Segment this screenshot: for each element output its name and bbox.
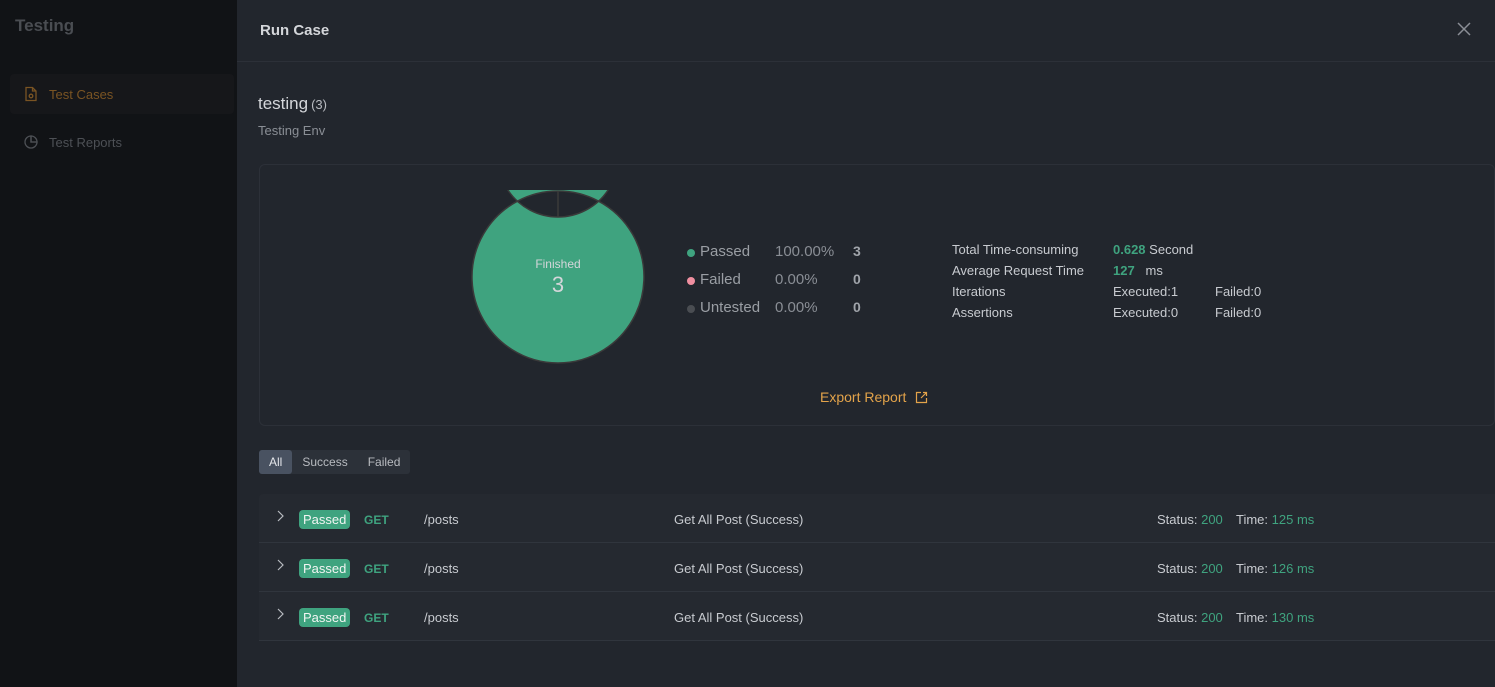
result-row[interactable]: Passed GET /posts Get All Post (Success)… bbox=[259, 543, 1495, 592]
stat-executed: Executed:1 bbox=[1113, 284, 1179, 299]
stat-assertions: Assertions Executed:0 Failed:0 bbox=[952, 302, 1261, 323]
stat-executed: Executed:0 bbox=[1113, 305, 1179, 320]
case-name: Get All Post (Success) bbox=[674, 561, 804, 576]
sidebar: Testing Test Cases Test Reports bbox=[0, 0, 237, 687]
result-filter: All Success Failed bbox=[259, 450, 411, 474]
legend-item-failed: Failed 0.00% 0 bbox=[687, 265, 861, 293]
close-button[interactable] bbox=[1455, 20, 1473, 38]
request-path: /posts bbox=[424, 561, 459, 576]
legend-dot-untested bbox=[687, 305, 695, 313]
stat-failed: Failed:0 bbox=[1215, 284, 1262, 299]
result-row[interactable]: Passed GET /posts Get All Post (Success)… bbox=[259, 592, 1495, 641]
status-badge: Passed bbox=[299, 559, 351, 578]
legend-percent: 0.00% bbox=[775, 270, 818, 288]
stat-label: Total Time-consuming bbox=[952, 242, 1079, 257]
run-name-text: testing bbox=[258, 94, 309, 113]
http-method: GET bbox=[364, 611, 389, 625]
run-name: testing (3) bbox=[258, 94, 327, 114]
sidebar-item-label: Test Reports bbox=[49, 134, 122, 150]
legend-count: 0 bbox=[853, 271, 861, 287]
app-title: Testing bbox=[15, 16, 75, 35]
donut-center-value: 3 bbox=[551, 271, 565, 297]
result-row[interactable]: Passed GET /posts Get All Post (Success)… bbox=[259, 494, 1495, 543]
stat-iterations: Iterations Executed:1 Failed:0 bbox=[952, 281, 1261, 302]
donut-center: Finished 3 bbox=[471, 190, 645, 364]
filter-success[interactable]: Success bbox=[292, 450, 357, 474]
legend-dot-passed bbox=[687, 249, 695, 257]
sidebar-item-label: Test Cases bbox=[49, 86, 114, 102]
http-method: GET bbox=[364, 562, 389, 576]
sidebar-item-test-cases[interactable]: Test Cases bbox=[10, 74, 234, 114]
response-status: Status: 200 bbox=[1157, 561, 1223, 576]
time-value: 125 ms bbox=[1271, 512, 1315, 527]
status-badge: Passed bbox=[299, 510, 351, 529]
close-icon bbox=[1457, 22, 1471, 36]
case-name: Get All Post (Success) bbox=[674, 512, 804, 527]
legend-name: Passed bbox=[700, 242, 751, 260]
stat-value: 0.628 bbox=[1113, 242, 1146, 257]
stat-failed: Failed:0 bbox=[1215, 305, 1262, 320]
pie-chart-icon bbox=[23, 134, 39, 150]
legend-name: Untested bbox=[700, 298, 761, 316]
time-label: Time: bbox=[1236, 561, 1269, 576]
status-label: Status: bbox=[1157, 561, 1198, 576]
legend-dot-failed bbox=[687, 277, 695, 285]
stat-label: Iterations bbox=[952, 284, 1006, 299]
response-status: Status: 200 bbox=[1157, 512, 1223, 527]
filter-failed[interactable]: Failed bbox=[358, 450, 411, 474]
stat-unit: ms bbox=[1145, 263, 1163, 278]
http-method: GET bbox=[364, 513, 389, 527]
status-label: Status: bbox=[1157, 512, 1198, 527]
status-value: 200 bbox=[1201, 561, 1223, 576]
legend-name: Failed bbox=[700, 270, 741, 288]
status-value: 200 bbox=[1201, 610, 1223, 625]
filter-all[interactable]: All bbox=[259, 450, 293, 474]
stat-value: 127 bbox=[1113, 263, 1135, 278]
status-value: 200 bbox=[1201, 512, 1223, 527]
legend-percent: 0.00% bbox=[775, 298, 818, 316]
stat-avg-request-time: Average Request Time 127 ms bbox=[952, 260, 1261, 281]
environment-name: Testing Env bbox=[258, 123, 326, 138]
case-name: Get All Post (Success) bbox=[674, 610, 804, 625]
file-icon bbox=[23, 86, 39, 102]
legend-item-passed: Passed 100.00% 3 bbox=[687, 237, 861, 265]
stat-label: Assertions bbox=[952, 305, 1013, 320]
status-badge: Passed bbox=[299, 608, 351, 627]
legend-percent: 100.00% bbox=[775, 242, 835, 260]
time-value: 126 ms bbox=[1271, 561, 1315, 576]
response-time: Time: 130 ms bbox=[1236, 610, 1314, 625]
time-value: 130 ms bbox=[1271, 610, 1315, 625]
run-stats: Total Time-consuming 0.628 Second Averag… bbox=[952, 239, 1261, 323]
sidebar-item-test-reports[interactable]: Test Reports bbox=[10, 122, 234, 162]
legend-count: 0 bbox=[853, 299, 861, 315]
response-status: Status: 200 bbox=[1157, 610, 1223, 625]
run-count: (3) bbox=[311, 97, 327, 112]
response-time: Time: 126 ms bbox=[1236, 561, 1314, 576]
status-label: Status: bbox=[1157, 610, 1198, 625]
stat-label: Average Request Time bbox=[952, 263, 1084, 278]
response-time: Time: 125 ms bbox=[1236, 512, 1314, 527]
chevron-right-icon[interactable] bbox=[276, 558, 286, 572]
stat-unit: Second bbox=[1149, 242, 1194, 257]
result-list: Passed GET /posts Get All Post (Success)… bbox=[259, 494, 1495, 641]
chevron-right-icon[interactable] bbox=[276, 607, 286, 621]
drawer-header: Run Case bbox=[237, 0, 1495, 62]
donut-center-label: Finished bbox=[535, 256, 581, 271]
chart-legend: Passed 100.00% 3 Failed 0.00% 0 Untested… bbox=[687, 237, 861, 321]
time-label: Time: bbox=[1236, 610, 1269, 625]
legend-count: 3 bbox=[853, 243, 861, 259]
chevron-right-icon[interactable] bbox=[276, 509, 286, 523]
export-report-link[interactable]: Export Report bbox=[820, 389, 928, 405]
run-case-drawer: Run Case testing (3) Testing Env Finished… bbox=[237, 0, 1495, 687]
external-link-icon bbox=[916, 391, 928, 403]
legend-item-untested: Untested 0.00% 0 bbox=[687, 293, 861, 321]
time-label: Time: bbox=[1236, 512, 1269, 527]
stat-total-time: Total Time-consuming 0.628 Second bbox=[952, 239, 1261, 260]
summary-card: Finished 3 Passed 100.00% 3 Failed 0.00%… bbox=[259, 164, 1495, 426]
request-path: /posts bbox=[424, 512, 459, 527]
drawer-title: Run Case bbox=[260, 22, 330, 39]
request-path: /posts bbox=[424, 610, 459, 625]
export-report-label: Export Report bbox=[820, 389, 907, 405]
